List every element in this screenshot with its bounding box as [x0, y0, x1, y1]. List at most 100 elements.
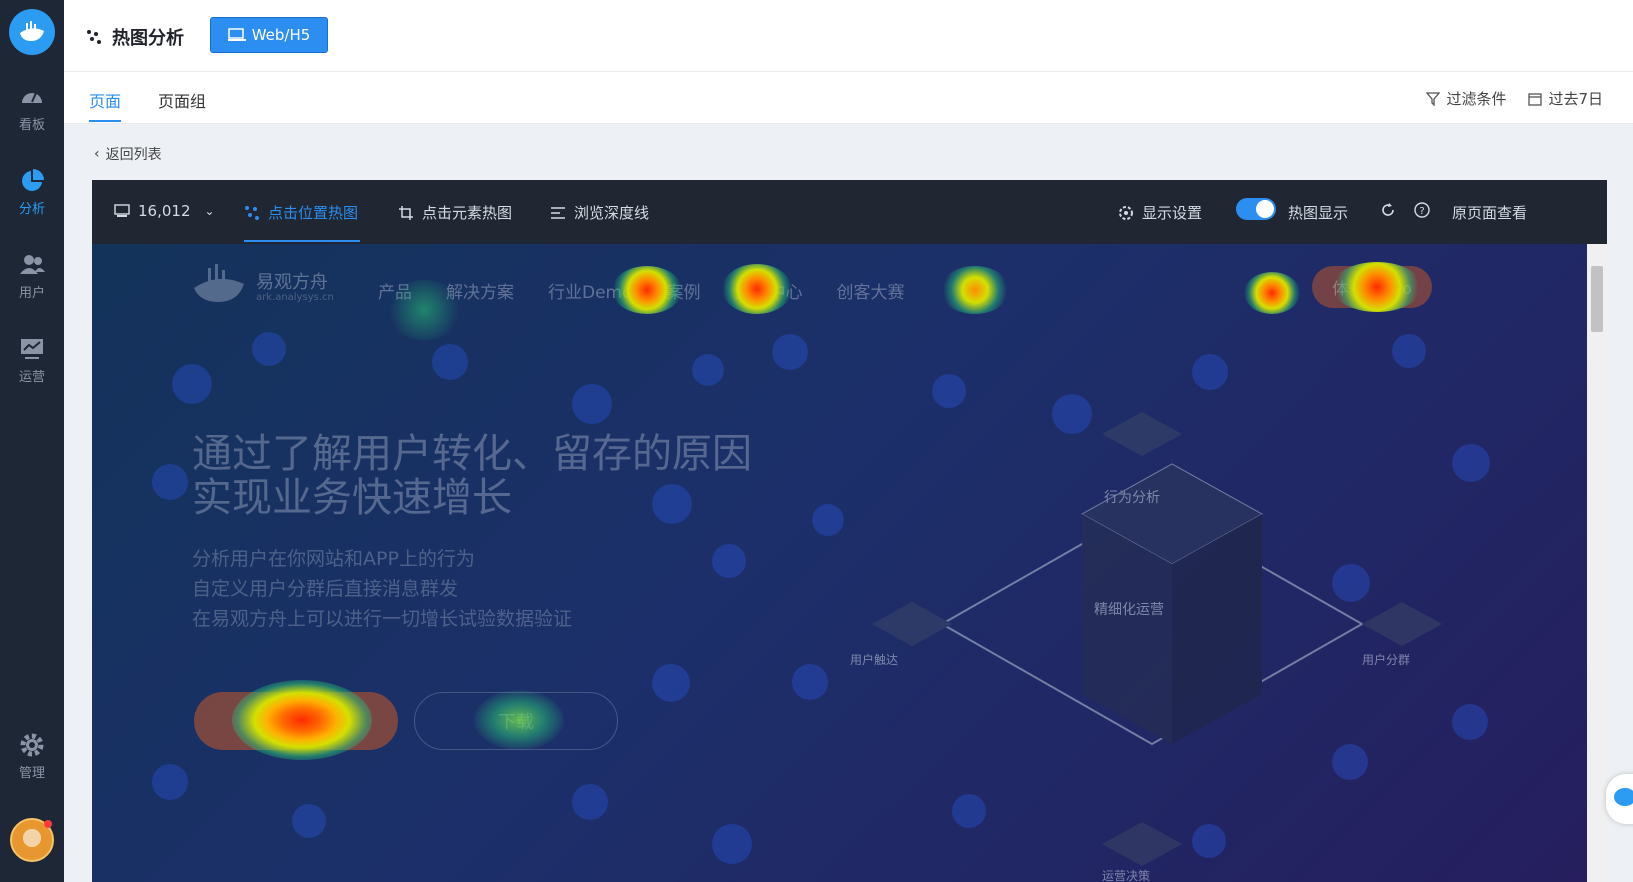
- heatmap-hotspot: [1244, 272, 1300, 314]
- filter-icon: [1426, 91, 1441, 106]
- dashboard-icon: [22, 92, 42, 103]
- sidebar-item-dashboard[interactable]: 看板: [0, 84, 64, 133]
- mode-label: 浏览深度线: [574, 204, 650, 222]
- isometric-illustration: 行为分析 精细化运营 用户触达 用户分群 运营决策: [850, 412, 1442, 882]
- heatmap-display-toggle[interactable]: [1236, 198, 1276, 220]
- page-title-text: 热图分析: [112, 28, 184, 49]
- preview-brand-name: 易观方舟: [256, 272, 328, 293]
- preview-nav-item[interactable]: 行业Demo: [548, 278, 633, 303]
- tab-click-element-heatmap[interactable]: 点击元素热图: [398, 202, 512, 223]
- gear-icon: [1119, 205, 1133, 220]
- list-icon: [551, 206, 565, 219]
- sidebar-item-label: 看板: [18, 118, 45, 133]
- sidebar-item-label: 分析: [18, 202, 45, 217]
- heatmap-click-point: [712, 824, 752, 864]
- svg-text:?: ?: [1419, 206, 1424, 217]
- heatmap-dots-icon: [87, 30, 101, 44]
- display-settings-button[interactable]: 显示设置: [1118, 202, 1202, 223]
- preview-hero-title: 通过了解用户转化、留存的原因 实现业务快速增长: [192, 432, 752, 520]
- heatmap-click-point: [712, 544, 746, 578]
- filter-button[interactable]: 过滤条件: [1426, 88, 1506, 109]
- heatmap-toggle-label: 热图显示: [1288, 204, 1349, 222]
- viewport-scrollbar[interactable]: [1587, 244, 1607, 882]
- preview-download-button[interactable]: 下载: [414, 692, 618, 750]
- back-link[interactable]: ‹ 返回列表: [94, 144, 162, 164]
- app-logo-icon[interactable]: [9, 9, 55, 55]
- monitor-icon: [227, 28, 246, 41]
- sidebar-item-label: 运营: [18, 370, 45, 385]
- heatmap-click-point: [292, 804, 326, 838]
- heatmap-click-point: [152, 764, 188, 800]
- help-assistant-icon[interactable]: [1606, 774, 1633, 824]
- platform-button[interactable]: Web/H5: [210, 17, 328, 53]
- users-icon: [20, 255, 45, 274]
- iso-label: 用户触达: [850, 652, 898, 667]
- date-range-button[interactable]: 过去7日: [1528, 88, 1603, 109]
- preview-logo-icon: [194, 264, 244, 302]
- active-tab-underline: [244, 240, 360, 242]
- heatmap-click-point: [772, 334, 808, 370]
- device-count: 16,012: [138, 202, 191, 220]
- sidebar-item-label: 管理: [18, 766, 45, 781]
- preview-nav: 产品 解决方案 行业Demo 案例 资源中心 创客大赛: [378, 278, 905, 303]
- hero-sub-line: 自定义用户分群后直接消息群发: [192, 578, 459, 600]
- hero-title-line: 实现业务快速增长: [192, 475, 512, 521]
- preview-nav-item[interactable]: 解决方案: [446, 278, 514, 303]
- preview-nav-item[interactable]: 资源中心: [735, 278, 803, 303]
- hero-title-line: 通过了解用户转化、留存的原因: [192, 431, 752, 477]
- iso-label: 精细化运营: [1094, 602, 1164, 618]
- top-header: 热图分析 Web/H5: [64, 0, 1633, 72]
- tabs-bar: 页面 页面组 过滤条件 过去7日: [64, 72, 1633, 124]
- view-original-link[interactable]: 原页面查看: [1452, 202, 1527, 223]
- tab-scroll-depth[interactable]: 浏览深度线: [550, 202, 649, 223]
- sidebar-item-operations[interactable]: 运营: [0, 336, 64, 385]
- iso-label: 运营决策: [1102, 869, 1150, 882]
- hero-sub-line: 分析用户在你网站和APP上的行为: [192, 548, 475, 570]
- back-link-label: 返回列表: [105, 147, 162, 163]
- calendar-icon: [1528, 92, 1543, 106]
- sidebar-item-label: 用户: [18, 286, 45, 301]
- display-settings-label: 显示设置: [1142, 204, 1203, 222]
- chevron-left-icon: ‹: [94, 146, 100, 162]
- pie-chart-icon: [22, 169, 44, 191]
- heatmap-click-point: [252, 332, 286, 366]
- filter-label: 过滤条件: [1446, 90, 1507, 108]
- iso-label: 用户分群: [1362, 652, 1410, 667]
- iso-label: 行为分析: [1104, 490, 1160, 506]
- tools: 过滤条件 过去7日: [1426, 88, 1603, 109]
- tab-page-group[interactable]: 页面组: [158, 88, 206, 112]
- heatmap-click-point: [792, 664, 828, 700]
- tab-click-position-heatmap[interactable]: 点击位置热图: [244, 202, 358, 223]
- heatmap-click-point: [692, 354, 724, 386]
- preview-nav-item[interactable]: 产品: [378, 278, 412, 303]
- scrollbar-thumb[interactable]: [1591, 266, 1603, 332]
- device-count-select[interactable]: 16,012 ⌄: [114, 202, 215, 220]
- avatar[interactable]: [10, 818, 54, 862]
- preview-demo-button[interactable]: 体验Demo: [1312, 266, 1432, 308]
- preview-try-button[interactable]: 体验Demo: [194, 692, 398, 750]
- sidebar-item-manage[interactable]: 管理: [0, 732, 64, 781]
- notification-dot: [44, 820, 52, 828]
- heatmap-click-point: [432, 344, 468, 380]
- heatmap-click-point: [572, 784, 608, 820]
- heatmap-click-point: [652, 664, 690, 702]
- preview-nav-item[interactable]: 案例: [667, 278, 701, 303]
- heatmap-click-point: [152, 464, 188, 500]
- platform-button-label: Web/H5: [251, 26, 311, 44]
- heatmap-click-point: [572, 384, 612, 424]
- refresh-button[interactable]: [1380, 202, 1396, 218]
- toggle-knob: [1256, 200, 1274, 218]
- hero-sub-line: 在易观方舟上可以进行一切增长试验数据验证: [192, 608, 573, 630]
- date-range-label: 过去7日: [1548, 90, 1603, 108]
- heatmap-toolbar: 16,012 ⌄ 点击位置热图 点击元素热图 浏览深度线 显示设置 热图显示 ?…: [92, 180, 1607, 244]
- gear-icon: [20, 733, 44, 757]
- tab-page[interactable]: 页面: [89, 88, 122, 122]
- sidebar-item-users[interactable]: 用户: [0, 252, 64, 301]
- help-button[interactable]: ?: [1414, 202, 1430, 218]
- preview-hero-sub: 分析用户在你网站和APP上的行为 自定义用户分群后直接消息群发 在易观方舟上可以…: [192, 544, 572, 634]
- preview-nav-item[interactable]: 创客大赛: [837, 278, 905, 303]
- crop-icon: [399, 205, 413, 220]
- monitor-icon: [21, 339, 43, 359]
- sidebar-item-analysis[interactable]: 分析: [0, 168, 64, 217]
- content-area: ‹ 返回列表 16,012 ⌄ 点击位置热图 点击元素热图 浏览深度线 显示设置…: [64, 124, 1633, 882]
